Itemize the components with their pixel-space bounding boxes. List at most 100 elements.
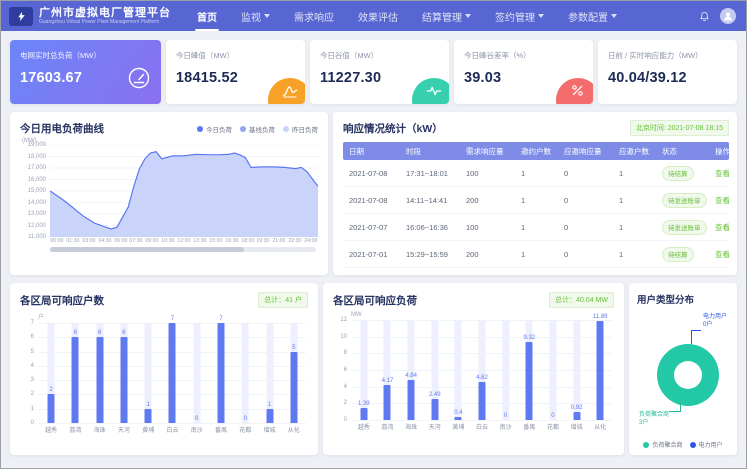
bar [72, 337, 79, 423]
y-tick-label: 2 [333, 400, 347, 406]
chevron-down-icon [611, 14, 617, 18]
bar-backdrop [549, 320, 556, 420]
bar-column: 0 [541, 320, 565, 420]
x-category-label: 白云 [160, 425, 184, 434]
x-category-label: 天河 [423, 422, 447, 431]
legend-dot [643, 442, 649, 448]
bar-column: 5 [282, 323, 306, 423]
x-category-label: 越秀 [352, 422, 376, 431]
nav-item-4[interactable]: 结算管理 [410, 1, 483, 31]
status-badge: 待发送账单 [662, 220, 707, 235]
datazoom-handle[interactable] [50, 247, 244, 252]
cell-accepted_amount: 0 [558, 196, 613, 205]
column-header: 状态 [656, 146, 709, 157]
bar-value-label: 5 [282, 345, 306, 351]
bar-column: 0.4 [447, 320, 471, 420]
table-row: 2021-07-0817:31~18:01100101待结算查看 [343, 160, 729, 187]
x-category-label: 从化 [588, 422, 612, 431]
datazoom-slider[interactable] [50, 247, 316, 252]
bar-column: 0.92 [565, 320, 589, 420]
bar-column: 0 [233, 323, 257, 423]
table-header-row: 日期时段需求响应量邀约户数应邀响应量应邀户数状态操作 [343, 142, 729, 160]
chevron-down-icon [538, 14, 544, 18]
y-tick-label: 18,000 [20, 154, 46, 160]
bar-column: 0 [494, 320, 518, 420]
cell-accepted: 1 [613, 196, 656, 205]
x-tick-label: 15:00 [209, 238, 222, 244]
cell-accepted_amount: 0 [558, 169, 613, 178]
cell-period: 15:29~15:59 [400, 250, 460, 259]
cell-status: 待结算 [656, 166, 709, 181]
donut-callout-name: 电力用户 [703, 314, 727, 322]
x-category-label: 天河 [112, 425, 136, 434]
x-tick-label: 22:30 [288, 238, 301, 244]
cell-accepted: 1 [613, 169, 656, 178]
bar [120, 337, 127, 423]
bar-value-label: 0 [541, 413, 565, 419]
nav-item-1[interactable]: 监视 [229, 1, 282, 31]
legend-item-2[interactable]: 昨日负荷 [283, 124, 318, 134]
app-logo: 广州市虚拟电厂管理平台 Guangzhou Virtual Power Plan… [9, 7, 171, 26]
legend-dot [690, 442, 696, 448]
bell-icon[interactable] [699, 11, 710, 22]
x-category-label: 花都 [233, 425, 257, 434]
cell-action: 查看 [709, 195, 729, 206]
cell-accepted: 1 [613, 223, 656, 232]
bar-value-label: 0 [233, 416, 257, 422]
bar-column: 9.32 [517, 320, 541, 420]
x-category-label: 番禺 [209, 425, 233, 434]
gauge-icon [127, 66, 151, 95]
bar-value-label: 1 [136, 402, 160, 408]
bar [217, 323, 224, 423]
y-tick-label: 14,000 [20, 200, 46, 206]
response-table: 日期时段需求响应量邀约户数应邀响应量应邀户数状态操作2021-07-0817:3… [343, 142, 729, 268]
view-link[interactable]: 查看 [715, 223, 729, 232]
y-tick-label: 6 [20, 334, 34, 340]
nav-item-3[interactable]: 效果评估 [346, 1, 410, 31]
user-avatar[interactable] [720, 8, 736, 24]
bar-value-label: 7 [209, 316, 233, 322]
nav-item-2[interactable]: 需求响应 [282, 1, 346, 31]
legend-dot [197, 126, 203, 132]
cell-status: 待发送账单 [656, 220, 709, 235]
nav-item-6[interactable]: 参数配置 [556, 1, 629, 31]
x-category-label: 南沙 [185, 425, 209, 434]
bar-value-label: 9.32 [517, 335, 541, 341]
y-tick-label: 12,000 [20, 223, 46, 229]
households-title: 各区局可响应户数 [20, 293, 104, 308]
column-header: 操作 [709, 146, 729, 157]
bar-column: 2 [39, 323, 63, 423]
bar-backdrop [193, 323, 200, 423]
donut-label-aggregator: 负荷聚合商3户 [639, 412, 669, 427]
load-y-unit: MW [351, 312, 614, 318]
nav-item-label: 参数配置 [568, 9, 608, 24]
y-tick-label: 15,000 [20, 188, 46, 194]
donut-legend-item-0[interactable]: 负荷聚合商 [643, 440, 682, 449]
donut-legend-item-1[interactable]: 电力用户 [690, 440, 723, 449]
status-badge: 待结算 [662, 166, 694, 181]
bar-backdrop [502, 320, 509, 420]
nav-item-label: 需求响应 [294, 9, 334, 24]
load-curve-title: 今日用电负荷曲线 [20, 121, 104, 136]
table-row: 2021-07-0716:06~16:36100101待发送账单查看 [343, 214, 729, 241]
x-tick-label: 09:00 [146, 238, 159, 244]
x-category-label: 黄埔 [136, 425, 160, 434]
view-link[interactable]: 查看 [715, 196, 729, 205]
cell-accepted_amount: 0 [558, 223, 613, 232]
legend-item-1[interactable]: 基线负荷 [240, 124, 275, 134]
nav-item-label: 监视 [241, 9, 261, 24]
nav-item-0[interactable]: 首页 [185, 1, 229, 31]
bar-column: 4.84 [399, 320, 423, 420]
cell-period: 17:31~18:01 [400, 169, 460, 178]
view-link[interactable]: 查看 [715, 250, 729, 259]
response-stats-panel: 响应情况统计（kW） 北京时间: 2021-07-08 18:15 日期时段需求… [333, 112, 737, 275]
x-category-label: 南沙 [494, 422, 518, 431]
bar [573, 412, 580, 420]
nav-item-5[interactable]: 签约管理 [483, 1, 556, 31]
load-curve-y-unit: (MW) [22, 138, 318, 144]
bar-value-label: 7 [160, 316, 184, 322]
y-tick-label: 16,000 [20, 177, 46, 183]
view-link[interactable]: 查看 [715, 169, 729, 178]
top-navbar: 广州市虚拟电厂管理平台 Guangzhou Virtual Power Plan… [1, 1, 746, 31]
legend-item-0[interactable]: 今日负荷 [197, 124, 232, 134]
